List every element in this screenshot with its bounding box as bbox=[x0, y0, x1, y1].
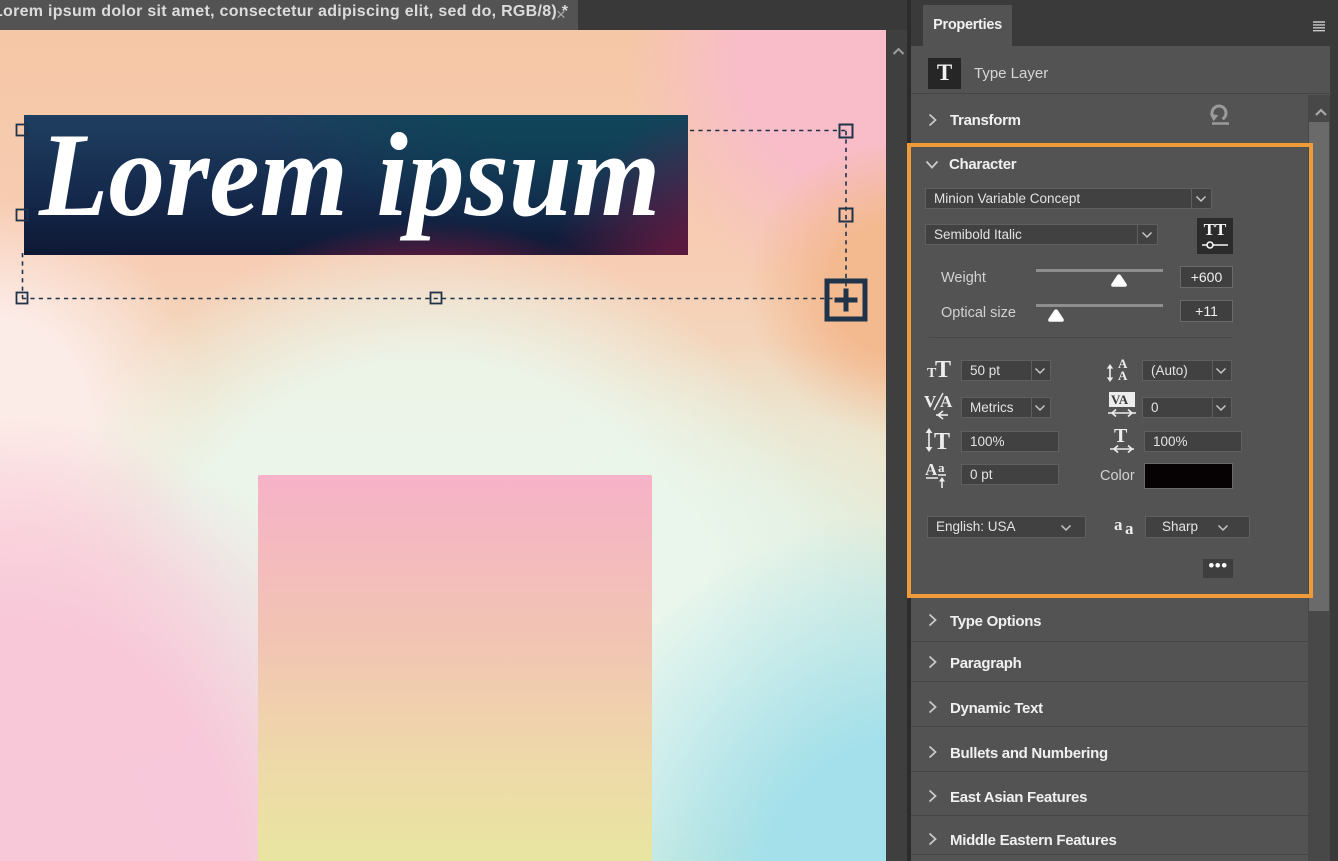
svg-text:A: A bbox=[925, 460, 938, 479]
svg-text:T: T bbox=[935, 357, 951, 381]
svg-text:a: a bbox=[1125, 519, 1134, 536]
svg-text:VA: VA bbox=[1111, 392, 1129, 407]
svg-text:T: T bbox=[934, 429, 950, 455]
svg-text:A: A bbox=[1118, 368, 1128, 383]
svg-text:a: a bbox=[938, 460, 945, 475]
svg-text:T: T bbox=[1114, 425, 1128, 447]
svg-text:a: a bbox=[1114, 516, 1123, 534]
